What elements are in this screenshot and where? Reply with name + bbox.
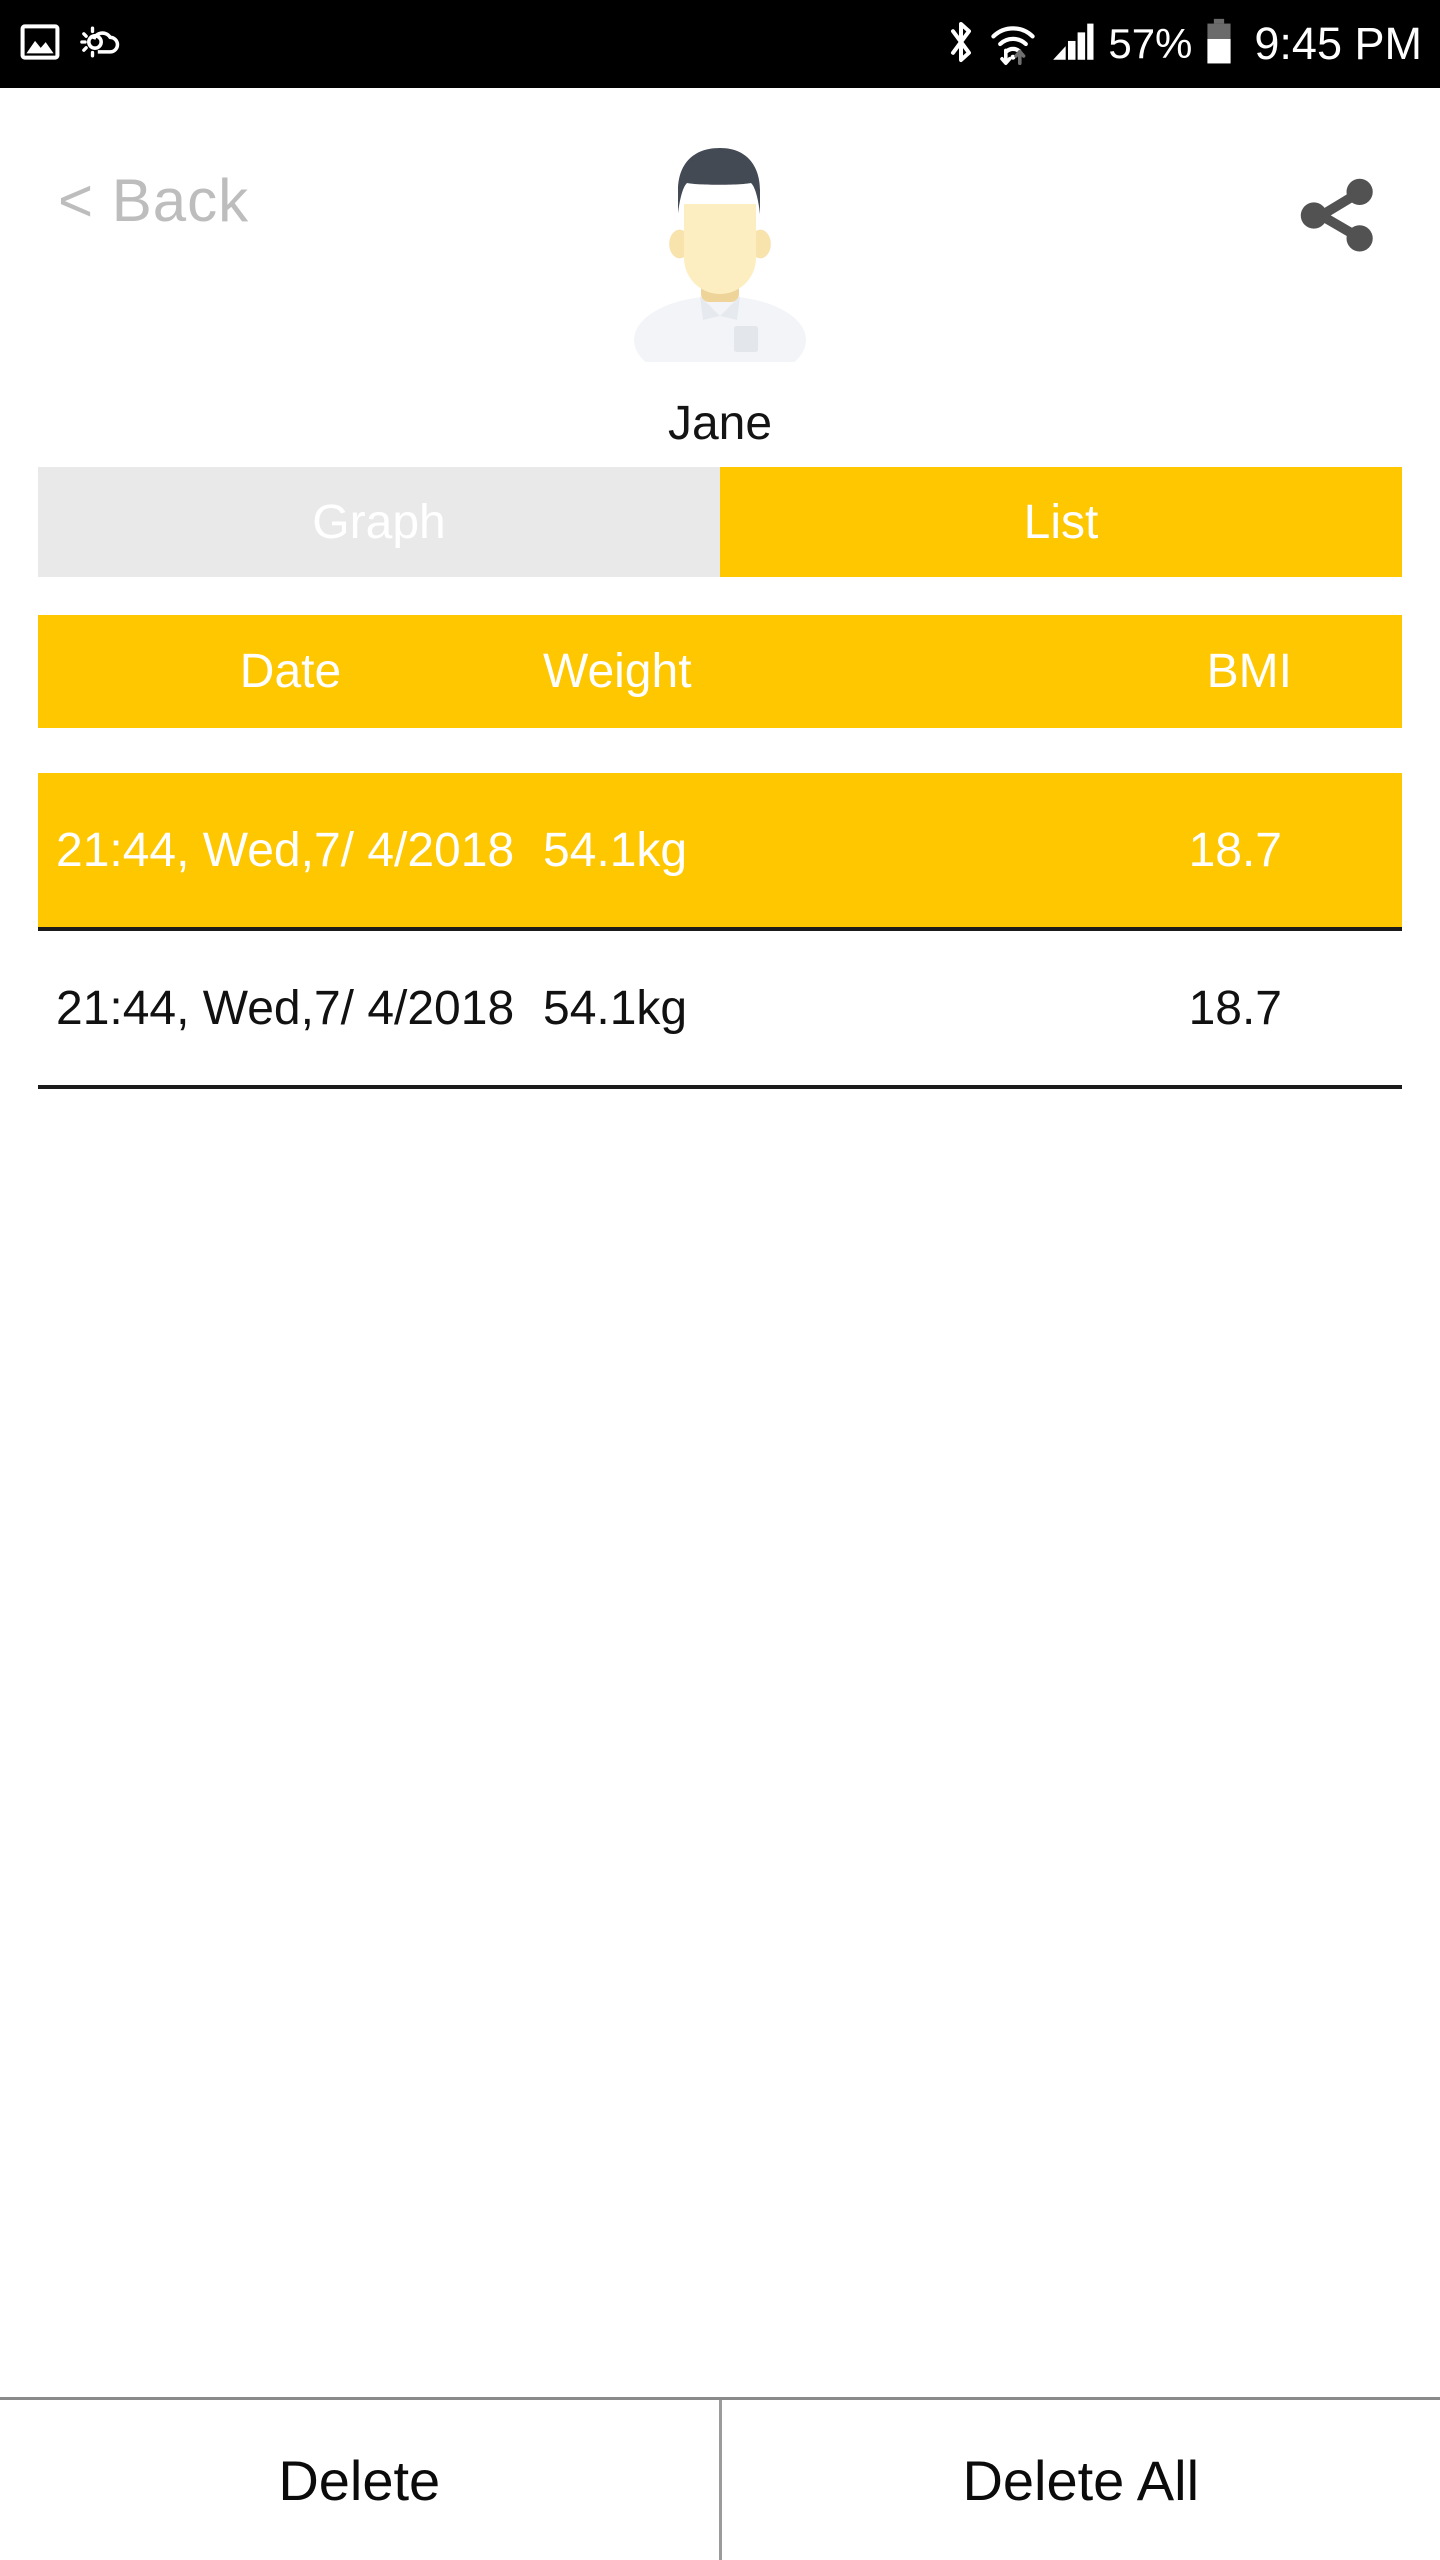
- wifi-icon: [988, 18, 1038, 71]
- delete-button[interactable]: Delete: [0, 2400, 719, 2560]
- battery-percent-label: 57%: [1108, 20, 1193, 67]
- profile-name: Jane: [667, 397, 773, 450]
- tab-list[interactable]: List: [720, 467, 1402, 577]
- share-icon: [1291, 169, 1381, 264]
- cell-bmi: 18.7: [1188, 823, 1282, 877]
- status-bar: 57% 9:45 PM: [0, 0, 1440, 88]
- cell-weight: 54.1kg: [543, 823, 688, 877]
- user-avatar-icon: [610, 148, 830, 384]
- clock-label: 9:45 PM: [1254, 18, 1422, 69]
- bottom-action-bar: Delete Delete All: [0, 2397, 1440, 2560]
- table-row[interactable]: 21:44, Wed,7/ 4/2018 54.1kg 18.7: [38, 773, 1402, 931]
- app-header: < Back Jane: [0, 88, 1440, 453]
- column-header-weight: Weight: [543, 645, 692, 698]
- delete-all-button[interactable]: Delete All: [718, 2400, 1440, 2560]
- table-header-gap: [38, 728, 1402, 773]
- weather-partly-cloudy-icon: [78, 20, 124, 69]
- view-mode-tabs: Graph List: [38, 467, 1402, 577]
- app-screen: 57% 9:45 PM < Back Jane Graph List Date …: [0, 0, 1440, 2560]
- tab-graph[interactable]: Graph: [38, 467, 720, 577]
- cell-weight: 54.1kg: [543, 981, 688, 1035]
- image-icon: [18, 20, 62, 69]
- measurements-table: Date Weight BMI 21:44, Wed,7/ 4/2018 54.…: [38, 615, 1402, 1089]
- column-header-date: Date: [239, 645, 342, 698]
- cell-bmi: 18.7: [1188, 981, 1282, 1035]
- bluetooth-icon: [946, 18, 976, 71]
- cell-date: 21:44, Wed,7/ 4/2018: [56, 823, 515, 877]
- cellular-signal-icon: [1050, 19, 1096, 70]
- back-button[interactable]: < Back: [58, 166, 249, 235]
- avatar[interactable]: [610, 132, 830, 384]
- table-row[interactable]: 21:44, Wed,7/ 4/2018 54.1kg 18.7: [38, 931, 1402, 1089]
- status-bar-right-icons: 57% 9:45 PM: [946, 16, 1422, 73]
- table-header-row: Date Weight BMI: [38, 615, 1402, 728]
- status-bar-left-icons: [18, 20, 124, 69]
- battery-icon: [1204, 16, 1234, 73]
- column-header-bmi: BMI: [1206, 645, 1292, 698]
- cell-date: 21:44, Wed,7/ 4/2018: [56, 981, 515, 1035]
- share-button[interactable]: [1288, 168, 1384, 264]
